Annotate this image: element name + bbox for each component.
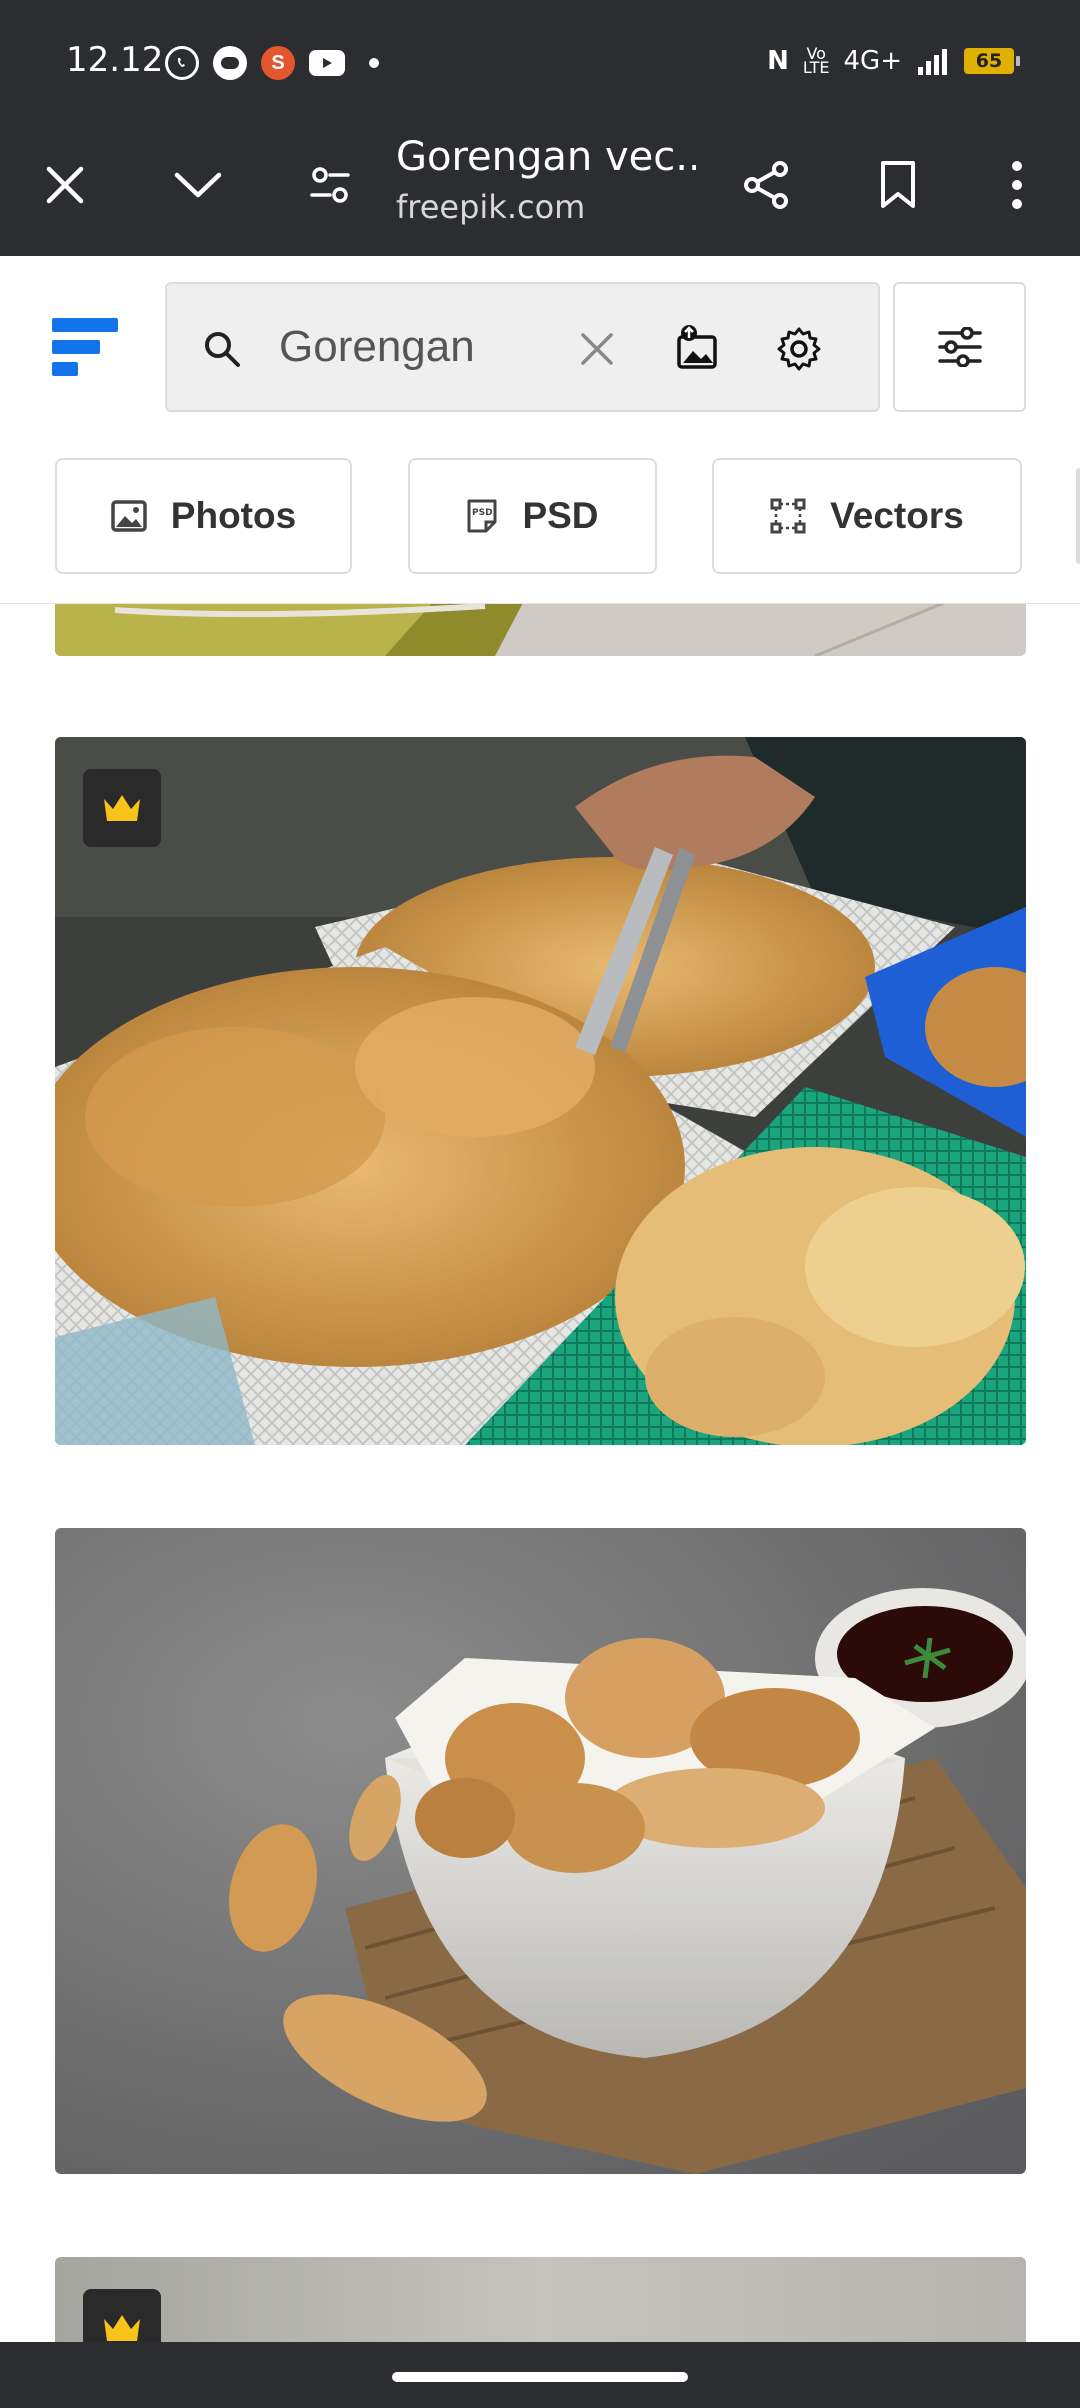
status-app-icons: S bbox=[165, 46, 379, 80]
sliders-icon bbox=[937, 327, 982, 367]
chip-label: Vectors bbox=[830, 495, 964, 536]
nfc-icon: N bbox=[767, 46, 789, 76]
more-vert-icon[interactable] bbox=[982, 150, 1052, 220]
browser-toolbar: Gorengan vec... freepik.com bbox=[0, 120, 1080, 256]
page-title[interactable]: Gorengan vec... bbox=[396, 134, 696, 180]
premium-badge bbox=[83, 769, 161, 847]
settings-icon[interactable] bbox=[764, 314, 834, 384]
chip-psd[interactable]: PSD PSD bbox=[408, 458, 657, 574]
app-s-icon: S bbox=[261, 46, 295, 80]
whatsapp-icon bbox=[165, 46, 199, 80]
page-controls-icon[interactable] bbox=[295, 150, 365, 220]
premium-badge bbox=[83, 2289, 161, 2347]
close-icon[interactable] bbox=[30, 150, 100, 220]
result-image[interactable] bbox=[55, 2257, 1026, 2347]
clear-icon[interactable] bbox=[562, 314, 632, 384]
search-icon[interactable] bbox=[187, 314, 257, 384]
signal-icon bbox=[918, 49, 947, 75]
status-indicators: N Vo LTE 4G+ 65 bbox=[767, 44, 1020, 77]
status-time: 12.12 bbox=[66, 40, 164, 80]
battery-icon: 65 bbox=[964, 48, 1020, 74]
result-image[interactable] bbox=[55, 1528, 1026, 2174]
filters-button[interactable] bbox=[893, 282, 1026, 412]
crown-icon bbox=[104, 795, 140, 821]
vector-icon bbox=[770, 498, 806, 534]
chip-photos[interactable]: Photos bbox=[55, 458, 352, 574]
chevron-down-icon[interactable] bbox=[163, 150, 233, 220]
chip-label: PSD bbox=[522, 495, 599, 536]
chat-icon bbox=[213, 46, 247, 80]
youtube-icon bbox=[309, 50, 345, 76]
svg-text:PSD: PSD bbox=[472, 508, 493, 518]
dot-icon bbox=[369, 58, 379, 68]
bookmark-icon[interactable] bbox=[863, 150, 933, 220]
network-type: 4G+ bbox=[843, 46, 902, 76]
freepik-logo[interactable] bbox=[52, 318, 118, 378]
status-bar: 12.12 S N Vo LTE 4G+ 65 bbox=[0, 0, 1080, 120]
home-gesture-handle[interactable] bbox=[392, 2372, 688, 2382]
chip-vectors[interactable]: Vectors bbox=[712, 458, 1022, 574]
result-image[interactable] bbox=[55, 737, 1026, 1445]
chip-label: Photos bbox=[170, 495, 297, 536]
search-input[interactable]: Gorengan bbox=[279, 322, 475, 372]
gesture-nav-bar bbox=[0, 2342, 1080, 2408]
chip-next-edge[interactable] bbox=[1076, 468, 1080, 564]
image-icon bbox=[111, 500, 147, 532]
volte-icon: Vo LTE bbox=[802, 44, 830, 77]
image-search-icon[interactable] bbox=[662, 314, 732, 384]
search-box[interactable]: Gorengan bbox=[165, 282, 880, 412]
psd-file-icon: PSD bbox=[467, 499, 497, 533]
crown-icon bbox=[104, 2315, 140, 2341]
share-icon[interactable] bbox=[731, 150, 801, 220]
page-domain[interactable]: freepik.com bbox=[396, 188, 585, 226]
